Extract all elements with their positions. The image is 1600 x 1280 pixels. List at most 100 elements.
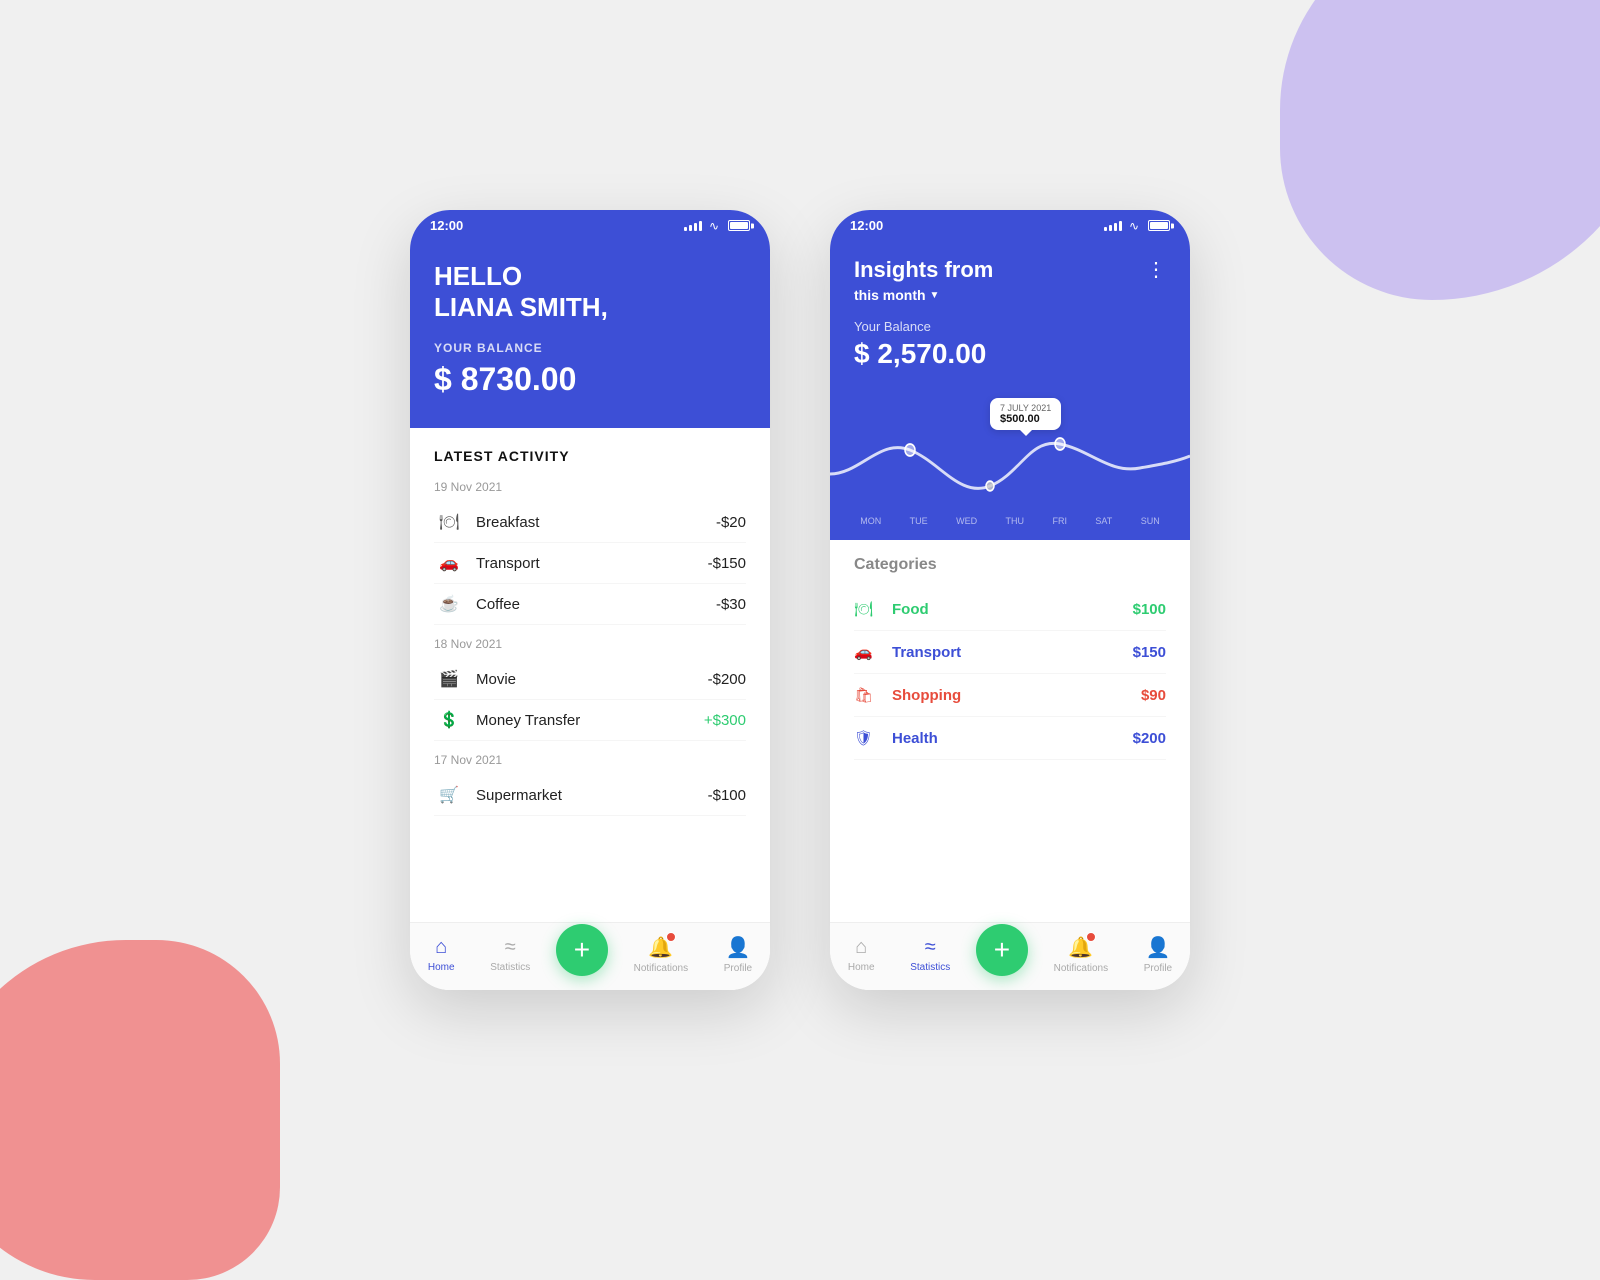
nav-statistics-2[interactable]: ≈ Statistics bbox=[900, 932, 960, 977]
battery-icon-1 bbox=[728, 220, 750, 231]
list-item: 🚗 Transport -$150 bbox=[434, 543, 746, 584]
shopping-category-icon: 🛍 bbox=[854, 686, 882, 704]
movie-icon: 🎬 bbox=[434, 669, 464, 689]
list-item: 🛡 Health $200 bbox=[854, 717, 1166, 760]
chart-day-thu: THU bbox=[1006, 516, 1025, 526]
nav-label-stats-1: Statistics bbox=[490, 962, 530, 973]
wifi-icon-1: ∿ bbox=[709, 219, 719, 233]
chart-day-sat: SAT bbox=[1095, 516, 1112, 526]
item-name: Money Transfer bbox=[476, 712, 704, 729]
nav-notifications-1[interactable]: 🔔 Notifications bbox=[624, 931, 698, 978]
nav-label-notif-1: Notifications bbox=[634, 963, 688, 974]
nav-profile-2[interactable]: 👤 Profile bbox=[1134, 931, 1182, 978]
status-bar-2: 12:00 ∿ bbox=[830, 210, 1190, 241]
add-button-1[interactable]: + bbox=[556, 924, 608, 976]
profile-icon-2: 👤 bbox=[1145, 935, 1170, 960]
signal-icon-2 bbox=[1104, 221, 1122, 231]
status-icons-1: ∿ bbox=[684, 219, 750, 233]
greeting-line1: HELLO bbox=[434, 261, 746, 292]
list-item: 🚗 Transport $150 bbox=[854, 631, 1166, 674]
category-name-shopping: Shopping bbox=[892, 687, 1141, 704]
item-name: Coffee bbox=[476, 596, 716, 613]
tooltip-date: 7 JULY 2021 bbox=[1000, 403, 1051, 413]
balance-amount-1: $ 8730.00 bbox=[434, 361, 746, 398]
list-item: 🎬 Movie -$200 bbox=[434, 659, 746, 700]
greeting-text: HELLO LIANA SMITH, bbox=[434, 261, 746, 323]
transport-category-icon: 🚗 bbox=[854, 643, 882, 661]
greeting-line2: LIANA SMITH, bbox=[434, 292, 746, 323]
insights-header: Insights from ⋮ this month ▼ Your Balanc… bbox=[830, 241, 1190, 390]
list-item: 🍽 Breakfast -$20 bbox=[434, 502, 746, 543]
wifi-icon-2: ∿ bbox=[1129, 219, 1139, 233]
item-amount: -$100 bbox=[708, 787, 746, 804]
bottom-nav-2: ⌂ Home ≈ Statistics + 🔔 Notifications 👤 … bbox=[830, 922, 1190, 990]
phones-container: 12:00 ∿ HELLO LIANA SMITH, YOUR BALANCE … bbox=[410, 210, 1190, 990]
item-name: Transport bbox=[476, 555, 708, 572]
nav-label-notif-2: Notifications bbox=[1054, 963, 1108, 974]
notification-badge-2 bbox=[1086, 932, 1096, 942]
phone-home: 12:00 ∿ HELLO LIANA SMITH, YOUR BALANCE … bbox=[410, 210, 770, 990]
nav-home-1[interactable]: ⌂ Home bbox=[418, 932, 465, 977]
list-item: ☕ Coffee -$30 bbox=[434, 584, 746, 625]
item-name: Supermarket bbox=[476, 787, 708, 804]
nav-home-2[interactable]: ⌂ Home bbox=[838, 932, 885, 977]
statistics-icon-2: ≈ bbox=[925, 936, 936, 959]
insights-title-line1: Insights from bbox=[854, 257, 993, 282]
date-group-2: 18 Nov 2021 bbox=[434, 637, 746, 651]
insights-balance-label: Your Balance bbox=[854, 319, 1166, 334]
category-name-health: Health bbox=[892, 730, 1133, 747]
date-group-1: 19 Nov 2021 bbox=[434, 480, 746, 494]
categories-title: Categories bbox=[854, 556, 1166, 574]
profile-icon-1: 👤 bbox=[725, 935, 750, 960]
activity-section: LATEST ACTIVITY 19 Nov 2021 🍽 Breakfast … bbox=[410, 428, 770, 922]
battery-icon-2 bbox=[1148, 220, 1170, 231]
list-item: 🍽 Food $100 bbox=[854, 588, 1166, 631]
supermarket-icon: 🛒 bbox=[434, 785, 464, 805]
health-category-icon: 🛡 bbox=[854, 729, 882, 747]
chart-day-fri: FRI bbox=[1052, 516, 1067, 526]
nav-label-home-1: Home bbox=[428, 962, 455, 973]
month-selector[interactable]: this month ▼ bbox=[854, 287, 1166, 303]
more-options-button[interactable]: ⋮ bbox=[1146, 257, 1166, 282]
chart-day-sun: SUN bbox=[1141, 516, 1160, 526]
list-item: 🛍 Shopping $90 bbox=[854, 674, 1166, 717]
food-icon: 🍽 bbox=[434, 512, 464, 532]
category-amount-shopping: $90 bbox=[1141, 687, 1166, 704]
signal-icon-1 bbox=[684, 221, 702, 231]
home-icon-2: ⌂ bbox=[855, 936, 867, 959]
chart-days: MON TUE WED THU FRI SAT SUN bbox=[830, 510, 1190, 540]
home-header: HELLO LIANA SMITH, YOUR BALANCE $ 8730.0… bbox=[410, 241, 770, 428]
category-name-transport: Transport bbox=[892, 644, 1133, 661]
chart-day-wed: WED bbox=[956, 516, 977, 526]
tooltip-value: $500.00 bbox=[1000, 413, 1051, 425]
transport-icon: 🚗 bbox=[434, 553, 464, 573]
nav-notifications-2[interactable]: 🔔 Notifications bbox=[1044, 931, 1118, 978]
statistics-icon: ≈ bbox=[505, 936, 516, 959]
item-amount: -$20 bbox=[716, 514, 746, 531]
chart-tooltip: 7 JULY 2021 $500.00 bbox=[990, 398, 1061, 430]
background-blob-red bbox=[0, 940, 280, 1280]
list-item: 💲 Money Transfer +$300 bbox=[434, 700, 746, 741]
coffee-icon: ☕ bbox=[434, 594, 464, 614]
month-label: this month bbox=[854, 287, 926, 303]
status-time-2: 12:00 bbox=[850, 218, 883, 233]
item-amount: -$30 bbox=[716, 596, 746, 613]
category-name-food: Food bbox=[892, 601, 1133, 618]
chart-day-tue: TUE bbox=[910, 516, 928, 526]
category-amount-food: $100 bbox=[1133, 601, 1166, 618]
item-name: Movie bbox=[476, 671, 708, 688]
status-icons-2: ∿ bbox=[1104, 219, 1170, 233]
nav-profile-1[interactable]: 👤 Profile bbox=[714, 931, 762, 978]
add-button-2[interactable]: + bbox=[976, 924, 1028, 976]
chart-area: 7 JULY 2021 $500.00 bbox=[830, 390, 1190, 510]
nav-label-profile-1: Profile bbox=[724, 963, 752, 974]
nav-statistics-1[interactable]: ≈ Statistics bbox=[480, 932, 540, 977]
category-amount-health: $200 bbox=[1133, 730, 1166, 747]
notification-badge-1 bbox=[666, 932, 676, 942]
phone-insights: 12:00 ∿ Insights from ⋮ this month ▼ Y bbox=[830, 210, 1190, 990]
date-group-3: 17 Nov 2021 bbox=[434, 753, 746, 767]
insights-balance-amount: $ 2,570.00 bbox=[854, 338, 1166, 370]
balance-label-1: YOUR BALANCE bbox=[434, 341, 746, 355]
dropdown-arrow-icon: ▼ bbox=[930, 290, 940, 301]
activity-title: LATEST ACTIVITY bbox=[434, 448, 746, 464]
